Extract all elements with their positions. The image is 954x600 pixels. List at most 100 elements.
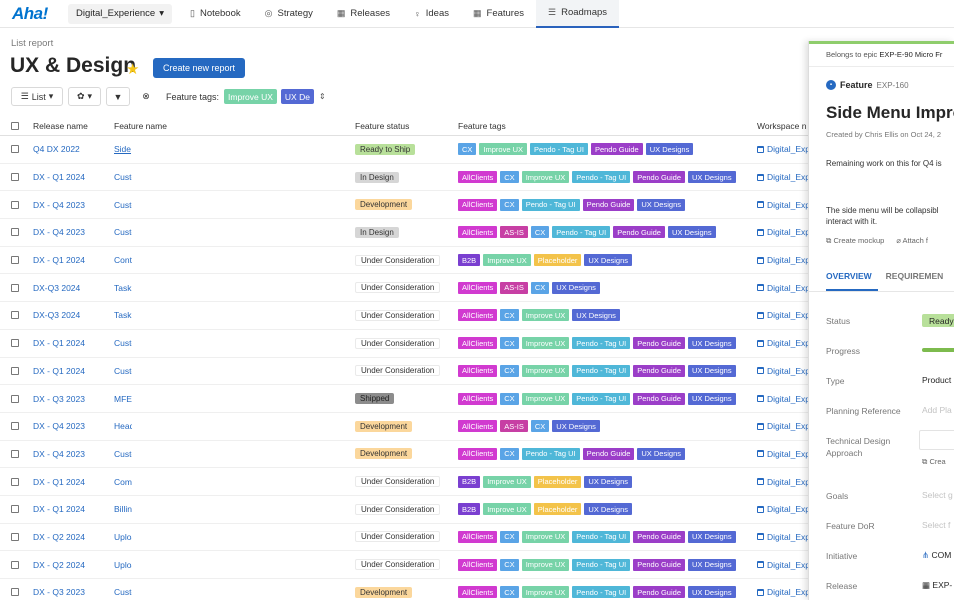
feature-tag[interactable]: UX Designs bbox=[552, 420, 600, 433]
feature-tag[interactable]: AllClients bbox=[458, 586, 498, 599]
feature-tag[interactable]: UX Designs bbox=[688, 364, 736, 377]
feature-tag[interactable]: UX Designs bbox=[688, 171, 736, 184]
feature-title[interactable]: Side Menu Impro bbox=[826, 103, 954, 123]
feature-tag[interactable]: CX bbox=[500, 558, 519, 571]
feature-link[interactable]: Cont bbox=[114, 247, 132, 274]
feature-tag[interactable]: AS-IS bbox=[500, 226, 528, 239]
feature-tag[interactable]: Improve UX bbox=[521, 586, 570, 599]
feature-link[interactable]: Task bbox=[114, 302, 132, 329]
feature-tag[interactable]: Pendo Guide bbox=[590, 143, 643, 156]
feature-tag[interactable]: UX Designs bbox=[688, 530, 736, 543]
feature-link[interactable]: Task bbox=[114, 274, 132, 301]
feature-tag[interactable]: B2B bbox=[458, 254, 481, 267]
table-row[interactable]: DX - Q1 2024 Cont Under Consideration B2B Im… bbox=[0, 247, 820, 275]
row-checkbox[interactable] bbox=[11, 247, 23, 274]
feature-tag[interactable]: UX Designs bbox=[572, 309, 620, 322]
row-checkbox[interactable] bbox=[11, 441, 23, 468]
feature-tag[interactable]: UX Designs bbox=[552, 281, 600, 294]
status-badge[interactable]: Ready to Ship bbox=[355, 143, 416, 155]
feature-tag[interactable]: CX bbox=[500, 530, 519, 543]
filter-tag-chip[interactable]: UX De bbox=[280, 89, 314, 104]
feature-link[interactable]: Custo bbox=[114, 579, 132, 600]
status-badge[interactable]: In Design bbox=[355, 171, 399, 183]
feature-link[interactable]: MFE bbox=[114, 385, 132, 412]
chevron-updown-icon[interactable]: ⇕ bbox=[319, 92, 326, 101]
nav-item-features[interactable]: ▦ Features bbox=[461, 0, 536, 28]
feature-tag[interactable]: UX Designs bbox=[637, 198, 685, 211]
feature-tag[interactable]: Improve UX bbox=[521, 530, 570, 543]
row-checkbox[interactable] bbox=[11, 164, 23, 191]
type-value[interactable]: Product bbox=[922, 375, 951, 385]
feature-tag[interactable]: AllClients bbox=[458, 198, 498, 211]
status-badge[interactable]: Under Consideration bbox=[355, 503, 441, 515]
feature-tag[interactable]: Improve UX bbox=[521, 171, 570, 184]
feature-link[interactable]: Side bbox=[114, 136, 132, 163]
feature-tag[interactable]: UX Designs bbox=[584, 503, 633, 516]
table-row[interactable]: DX - Q1 2024 Custo Under Consideration AllC… bbox=[0, 330, 820, 358]
feature-tag[interactable]: CX bbox=[500, 309, 519, 322]
release-link[interactable]: DX - Q4 2023 bbox=[33, 191, 108, 218]
settings-button[interactable]: ✿ ▾ bbox=[68, 87, 101, 106]
tab-requirements[interactable]: REQUIREMEN bbox=[886, 271, 944, 281]
table-row[interactable]: DX - Q1 2024 Billin Under Consideration B2B… bbox=[0, 496, 820, 524]
feature-tag[interactable]: CX bbox=[530, 420, 550, 433]
feature-tag[interactable]: B2B bbox=[458, 503, 481, 516]
feature-link[interactable]: Custo bbox=[114, 358, 132, 385]
feature-tag[interactable]: Pendo - Tag UI bbox=[572, 558, 631, 571]
feature-tag[interactable]: Placeholder bbox=[533, 254, 582, 267]
status-badge[interactable]: Development bbox=[355, 448, 413, 460]
status-badge[interactable]: Under Consideration bbox=[355, 476, 441, 488]
feature-tag[interactable]: Improve UX bbox=[483, 503, 531, 516]
table-row[interactable]: DX - Q1 2024 Custo Under Consideration AllC… bbox=[0, 358, 820, 386]
feature-tag[interactable]: AllClients bbox=[458, 309, 498, 322]
row-checkbox[interactable] bbox=[11, 496, 23, 523]
row-checkbox[interactable] bbox=[11, 219, 23, 246]
initiative-value[interactable]: ⋔ COM bbox=[922, 550, 951, 561]
feature-tag[interactable]: AllClients bbox=[458, 281, 498, 294]
table-row[interactable]: DX - Q2 2024 Uploa Under Consideration AllC… bbox=[0, 524, 820, 552]
feature-tag[interactable]: CX bbox=[500, 337, 519, 350]
workspace-selector[interactable]: Digital_Experience ▾ bbox=[68, 3, 172, 24]
row-checkbox[interactable] bbox=[11, 136, 23, 163]
tab-overview[interactable]: OVERVIEW bbox=[826, 271, 872, 281]
release-link[interactable]: DX-Q3 2024 bbox=[33, 274, 108, 301]
feature-link[interactable]: Billin bbox=[114, 496, 132, 523]
feature-link[interactable]: Custo bbox=[114, 441, 132, 468]
release-link[interactable]: DX - Q4 2023 bbox=[33, 441, 108, 468]
table-row[interactable]: DX - Q2 2024 Uploa Under Consideration AllC… bbox=[0, 551, 820, 579]
select-all-checkbox[interactable] bbox=[11, 116, 23, 135]
feature-tag[interactable]: CX bbox=[530, 226, 550, 239]
feature-tag[interactable]: CX bbox=[500, 392, 519, 405]
feature-tag[interactable]: Improve UX bbox=[521, 558, 570, 571]
feature-link[interactable]: Comp bbox=[114, 468, 132, 495]
feature-tag[interactable]: AllClients bbox=[458, 392, 498, 405]
table-row[interactable]: DX - Q3 2023 Custo Development AllClientsCX… bbox=[0, 579, 820, 600]
release-link[interactable]: DX - Q2 2024 bbox=[33, 551, 108, 578]
feature-tag[interactable]: Pendo - Tag UI bbox=[521, 447, 580, 460]
filter-button[interactable]: ▼ bbox=[106, 87, 130, 106]
feature-tag[interactable]: UX Designs bbox=[688, 337, 736, 350]
feature-tag[interactable]: Pendo Guide bbox=[582, 198, 635, 211]
row-checkbox[interactable] bbox=[11, 330, 23, 357]
filter-tag-chips[interactable]: Improve UX UX De bbox=[224, 89, 314, 104]
col-release[interactable]: Release name bbox=[33, 116, 108, 135]
table-row[interactable]: DX-Q3 2024 Task Under Consideration AllClie… bbox=[0, 302, 820, 330]
release-link[interactable]: DX - Q1 2024 bbox=[33, 496, 108, 523]
feature-link[interactable]: Head bbox=[114, 413, 132, 440]
feature-tag[interactable]: UX Designs bbox=[584, 254, 633, 267]
tech-design-create[interactable]: ⧉ Crea bbox=[922, 457, 946, 467]
release-link[interactable]: Q4 DX 2022 bbox=[33, 136, 108, 163]
feature-tag[interactable]: UX Designs bbox=[667, 226, 716, 239]
dor-select[interactable]: Select f bbox=[922, 520, 950, 530]
feature-tag[interactable]: CX bbox=[500, 171, 519, 184]
feature-tag[interactable]: Placeholder bbox=[533, 503, 582, 516]
feature-tag[interactable]: CX bbox=[500, 586, 519, 599]
feature-tag[interactable]: Pendo Guide bbox=[582, 447, 635, 460]
feature-tag[interactable]: UX Designs bbox=[645, 143, 694, 156]
status-badge[interactable]: Under Consideration bbox=[355, 365, 441, 377]
feature-tag[interactable]: Pendo Guide bbox=[633, 392, 685, 405]
row-checkbox[interactable] bbox=[11, 468, 23, 495]
goals-select[interactable]: Select g bbox=[922, 490, 953, 500]
tech-design-field[interactable] bbox=[919, 430, 954, 450]
feature-link[interactable]: Custo bbox=[114, 164, 132, 191]
